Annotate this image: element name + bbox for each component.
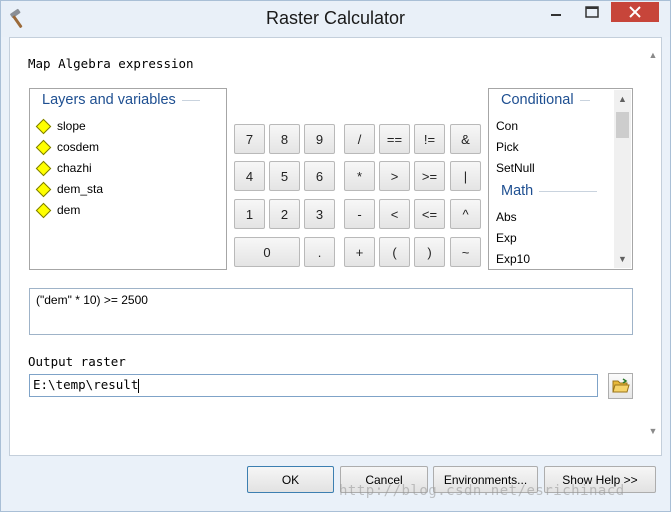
calc-key-minus-button[interactable]: - <box>344 199 375 229</box>
calc-key-seven-button[interactable]: 7 <box>234 124 265 154</box>
calc-key-not-button[interactable]: ~ <box>450 237 481 267</box>
calc-key-less-equal-button[interactable]: <= <box>414 199 445 229</box>
calc-key-three-button[interactable]: 3 <box>304 199 335 229</box>
environments-button[interactable]: Environments... <box>433 466 538 493</box>
close-button[interactable] <box>611 2 659 22</box>
browse-button[interactable] <box>608 373 633 399</box>
calc-key-eight-button[interactable]: 8 <box>269 124 300 154</box>
raster-layer-icon <box>35 181 52 197</box>
calc-key-xor-button[interactable]: ^ <box>450 199 481 229</box>
calc-key-close-paren-button[interactable]: ) <box>414 237 445 267</box>
calc-key-four-button[interactable]: 4 <box>234 161 265 191</box>
dialog-body: Map Algebra expression Layers and variab… <box>9 37 662 456</box>
layer-item[interactable]: dem <box>35 201 80 219</box>
show-help-button[interactable]: Show Help >> <box>544 466 656 493</box>
calc-key-plus-button[interactable]: + <box>344 237 375 267</box>
layers-header: Layers and variables <box>42 92 200 108</box>
calc-key-or-button[interactable]: | <box>450 161 481 191</box>
maximize-button[interactable] <box>577 2 606 22</box>
expression-textbox[interactable]: ("dem" * 10) >= 2500 <box>29 288 633 335</box>
function-item[interactable]: Exp <box>496 231 517 245</box>
calc-key-five-button[interactable]: 5 <box>269 161 300 191</box>
calc-key-less-than-button[interactable]: < <box>379 199 410 229</box>
calc-key-equal-to-button[interactable]: == <box>379 124 410 154</box>
layers-list[interactable]: Layers and variables slope cosdem chazhi… <box>29 88 227 270</box>
cancel-button[interactable]: Cancel <box>340 466 428 493</box>
scroll-thumb[interactable] <box>616 112 629 138</box>
layer-item[interactable]: slope <box>35 117 86 135</box>
ok-button[interactable]: OK <box>247 466 334 493</box>
calc-key-one-button[interactable]: 1 <box>234 199 265 229</box>
calc-key-open-paren-button[interactable]: ( <box>379 237 410 267</box>
function-item[interactable]: Con <box>496 119 518 133</box>
calc-key-nine-button[interactable]: 9 <box>304 124 335 154</box>
scroll-up-icon[interactable]: ▲ <box>646 48 660 62</box>
maximize-icon <box>584 6 599 18</box>
calc-key-two-button[interactable]: 2 <box>269 199 300 229</box>
raster-layer-icon <box>35 160 52 176</box>
layer-item[interactable]: cosdem <box>35 138 99 156</box>
output-raster-label: Output raster <box>28 354 126 369</box>
raster-layer-icon <box>35 118 52 134</box>
layer-item[interactable]: chazhi <box>35 159 92 177</box>
calc-key-decimal-button[interactable]: . <box>304 237 335 267</box>
minimize-button[interactable] <box>541 2 570 22</box>
math-header: Math <box>501 183 598 199</box>
function-item[interactable]: Exp10 <box>496 252 530 266</box>
layer-item[interactable]: dem_sta <box>35 180 103 198</box>
calc-key-divide-button[interactable]: / <box>344 124 375 154</box>
open-folder-icon <box>611 378 630 393</box>
dialog-scrollbar[interactable]: ▲ ▼ <box>644 38 661 455</box>
raster-layer-icon <box>35 139 52 155</box>
raster-layer-icon <box>35 202 52 218</box>
function-item[interactable]: Pick <box>496 140 519 154</box>
output-raster-input[interactable]: E:\temp\result <box>29 374 598 397</box>
text-caret <box>138 378 140 393</box>
functions-list[interactable]: Conditional Con Pick SetNull Math Abs Ex… <box>488 88 633 270</box>
close-icon <box>629 6 641 18</box>
expression-label: Map Algebra expression <box>28 56 194 71</box>
title-bar[interactable]: Raster Calculator <box>1 1 670 37</box>
calc-key-multiply-button[interactable]: * <box>344 161 375 191</box>
functions-scrollbar[interactable]: ▲ ▼ <box>614 90 631 268</box>
scroll-down-icon[interactable]: ▼ <box>646 424 660 438</box>
calc-key-greater-than-button[interactable]: > <box>379 161 410 191</box>
function-item[interactable]: Abs <box>496 210 517 224</box>
calc-key-and-button[interactable]: & <box>450 124 481 154</box>
calc-key-not-equal-button[interactable]: != <box>414 124 445 154</box>
conditional-header: Conditional <box>501 92 590 108</box>
calc-key-six-button[interactable]: 6 <box>304 161 335 191</box>
minimize-icon <box>550 14 561 16</box>
raster-calculator-window: Raster Calculator Map Algebra expression… <box>0 0 671 512</box>
calc-key-zero-button[interactable]: 0 <box>234 237 300 267</box>
calc-key-greater-equal-button[interactable]: >= <box>414 161 445 191</box>
scroll-up-icon[interactable]: ▲ <box>614 90 631 108</box>
scroll-down-icon[interactable]: ▼ <box>614 250 631 268</box>
function-item[interactable]: SetNull <box>496 161 535 175</box>
